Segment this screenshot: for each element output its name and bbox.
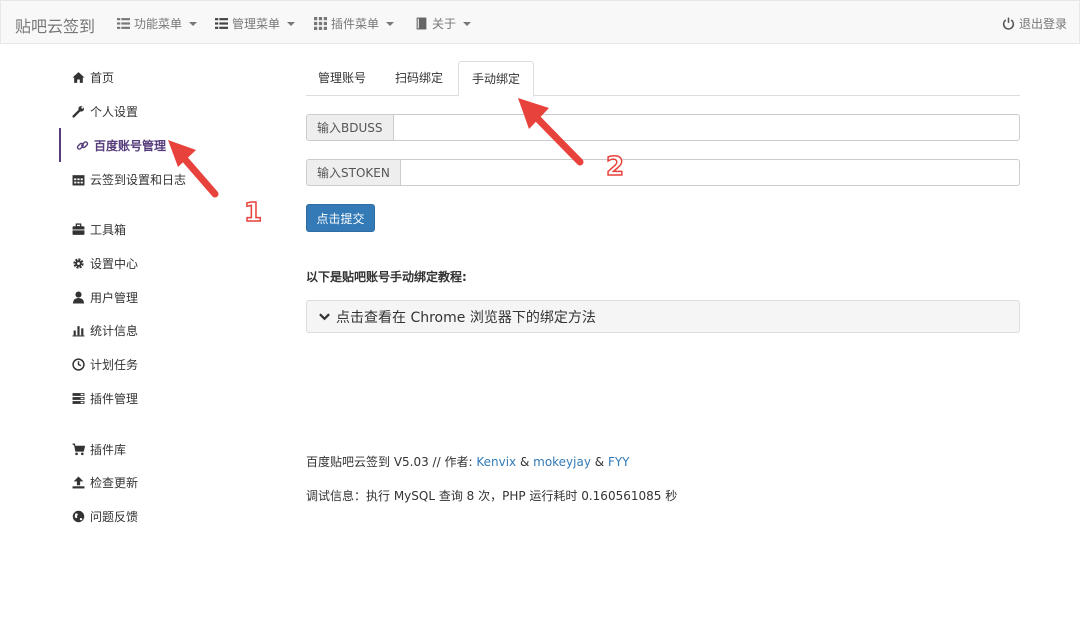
- annotation-arrow-2: [518, 98, 584, 166]
- annotation-overlay: [168, 98, 584, 198]
- annotation-arrow-1: [168, 140, 219, 198]
- annotation-label-1: 1: [243, 197, 263, 229]
- annotation-label-2: 2: [605, 151, 625, 183]
